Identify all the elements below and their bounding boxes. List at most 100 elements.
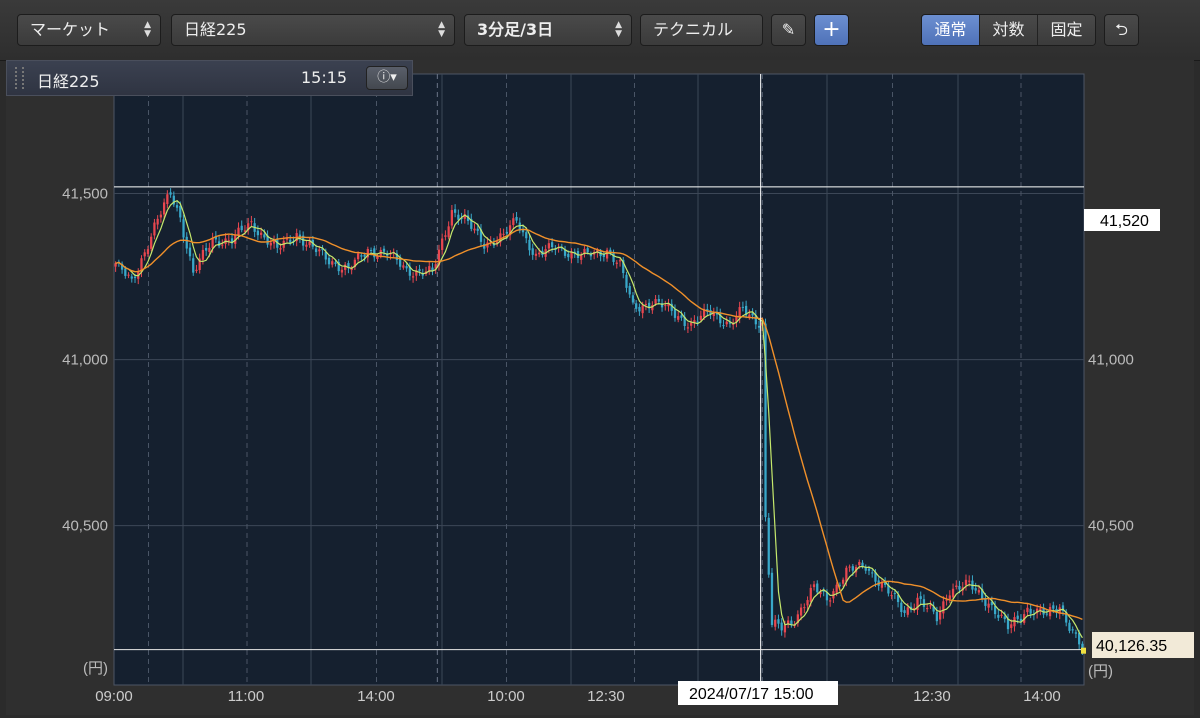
candle-body xyxy=(360,255,363,257)
candle-body xyxy=(615,262,618,264)
candle-body xyxy=(314,248,318,253)
candle-body xyxy=(402,265,405,268)
candle-body xyxy=(567,253,570,258)
candle-body xyxy=(528,239,531,251)
candle-body xyxy=(1071,629,1074,631)
y-tick-label-left: 40,500 xyxy=(62,518,108,535)
candle-body xyxy=(612,251,615,262)
select-arrows-icon: ▲ ▼ xyxy=(615,20,622,39)
scale-mode-log[interactable]: 対数 xyxy=(980,15,1038,45)
candle-body xyxy=(159,214,163,218)
candle-body xyxy=(175,205,179,208)
candle-body xyxy=(1006,618,1010,630)
candle-body xyxy=(169,192,172,195)
last-price-marker xyxy=(1081,647,1086,654)
candle-body xyxy=(926,608,929,610)
candle-body xyxy=(411,276,415,278)
candle-body xyxy=(211,237,214,249)
x-tick-label: 12:30 xyxy=(913,688,951,705)
y-tick-label-left: 41,000 xyxy=(62,352,108,369)
candle-body xyxy=(240,225,243,231)
candle-body xyxy=(476,228,479,231)
drag-handle-icon[interactable] xyxy=(15,67,24,89)
candle-body xyxy=(444,235,447,237)
candle xyxy=(767,513,770,578)
candle-body xyxy=(201,249,205,260)
candle-body xyxy=(654,299,657,304)
candle-body xyxy=(441,238,444,250)
candle-body xyxy=(871,572,874,574)
candle-body xyxy=(127,274,130,276)
candle-body xyxy=(263,234,266,238)
plot-background xyxy=(113,73,1085,686)
technical-button[interactable]: テクニカル xyxy=(640,14,763,46)
candle-body xyxy=(550,242,554,248)
crosshair-date-label: 2024/07/17 15:00 xyxy=(689,686,814,703)
candle-body xyxy=(259,232,263,235)
candle-body xyxy=(150,236,153,249)
info-dropdown-button[interactable]: ⓘ▾ xyxy=(366,66,408,90)
candle-body xyxy=(586,248,589,253)
candle-body xyxy=(1052,605,1055,609)
candle-body xyxy=(256,230,260,236)
candle-body xyxy=(453,209,457,213)
market-select[interactable]: マーケット ▲ ▼ xyxy=(17,14,161,46)
candle-body xyxy=(130,276,133,279)
candle xyxy=(770,568,774,628)
undo-icon: ⮌ xyxy=(1115,20,1128,39)
info-icon: ⓘ▾ xyxy=(377,70,397,85)
candle-body xyxy=(790,620,793,625)
candle-body xyxy=(356,253,360,260)
technical-button-label: テクニカル xyxy=(653,20,734,39)
scale-mode-fixed[interactable]: 固定 xyxy=(1038,15,1095,45)
candle-body xyxy=(188,247,192,257)
candle-body xyxy=(774,619,777,627)
undo-button[interactable]: ⮌ xyxy=(1104,14,1139,46)
info-panel: 日経225 15:15 ⓘ▾ xyxy=(6,60,413,96)
candle-body xyxy=(289,239,292,243)
candle-body xyxy=(628,285,631,295)
candle-body xyxy=(948,595,951,600)
candle-body xyxy=(641,305,644,314)
candle-body xyxy=(124,268,127,276)
candle-body xyxy=(618,260,622,262)
candle-body xyxy=(580,255,583,260)
x-tick-label: 14:00 xyxy=(1023,688,1061,705)
candle-body xyxy=(657,299,660,302)
candle-body xyxy=(809,587,812,602)
candle-body xyxy=(1029,608,1032,614)
candle-body xyxy=(534,253,538,256)
x-tick-label: 14:00 xyxy=(357,688,395,705)
scale-mode-normal[interactable]: 通常 xyxy=(922,15,980,45)
candle-body xyxy=(851,566,854,571)
crosshair-button[interactable]: + xyxy=(814,14,849,46)
candle-body xyxy=(644,303,648,305)
interval-select[interactable]: 3分足/3日 ▲ ▼ xyxy=(464,14,632,46)
symbol-select[interactable]: 日経225 ▲ ▼ xyxy=(171,14,455,46)
candle-body xyxy=(699,315,702,320)
candle-body xyxy=(841,579,845,584)
candle-body xyxy=(156,218,159,225)
price-chart[interactable]: 41,500 41,000 41,000 40,500 40,500 09:00 11:00… xyxy=(6,60,1194,715)
candle-body xyxy=(741,306,745,308)
x-tick-label: 11:00 xyxy=(228,688,264,705)
candle-body xyxy=(308,241,311,246)
candle-body xyxy=(903,610,906,613)
y-tick-label-right: 40,500 xyxy=(1088,518,1134,535)
candle-body xyxy=(974,588,977,591)
draw-tool-button[interactable]: ✎ xyxy=(771,14,806,46)
candle-body xyxy=(179,205,182,218)
candle-body xyxy=(997,614,1000,618)
crosshair-icon: + xyxy=(822,17,841,42)
candle-body xyxy=(146,249,150,255)
scale-mode-segmented: 通常 対数 固定 xyxy=(921,14,1096,46)
candle-body xyxy=(722,325,725,327)
toolbar: マーケット ▲ ▼ 日経225 ▲ ▼ 3分足/3日 ▲ ▼ テクニカル ✎ + 通常… xyxy=(0,0,1200,61)
candle-body xyxy=(958,586,961,590)
candle-body xyxy=(515,216,518,221)
candle-body xyxy=(799,607,803,616)
candle-body xyxy=(635,303,638,309)
candle-body xyxy=(221,244,224,246)
candle-body xyxy=(405,266,408,269)
candle-body xyxy=(816,583,819,593)
